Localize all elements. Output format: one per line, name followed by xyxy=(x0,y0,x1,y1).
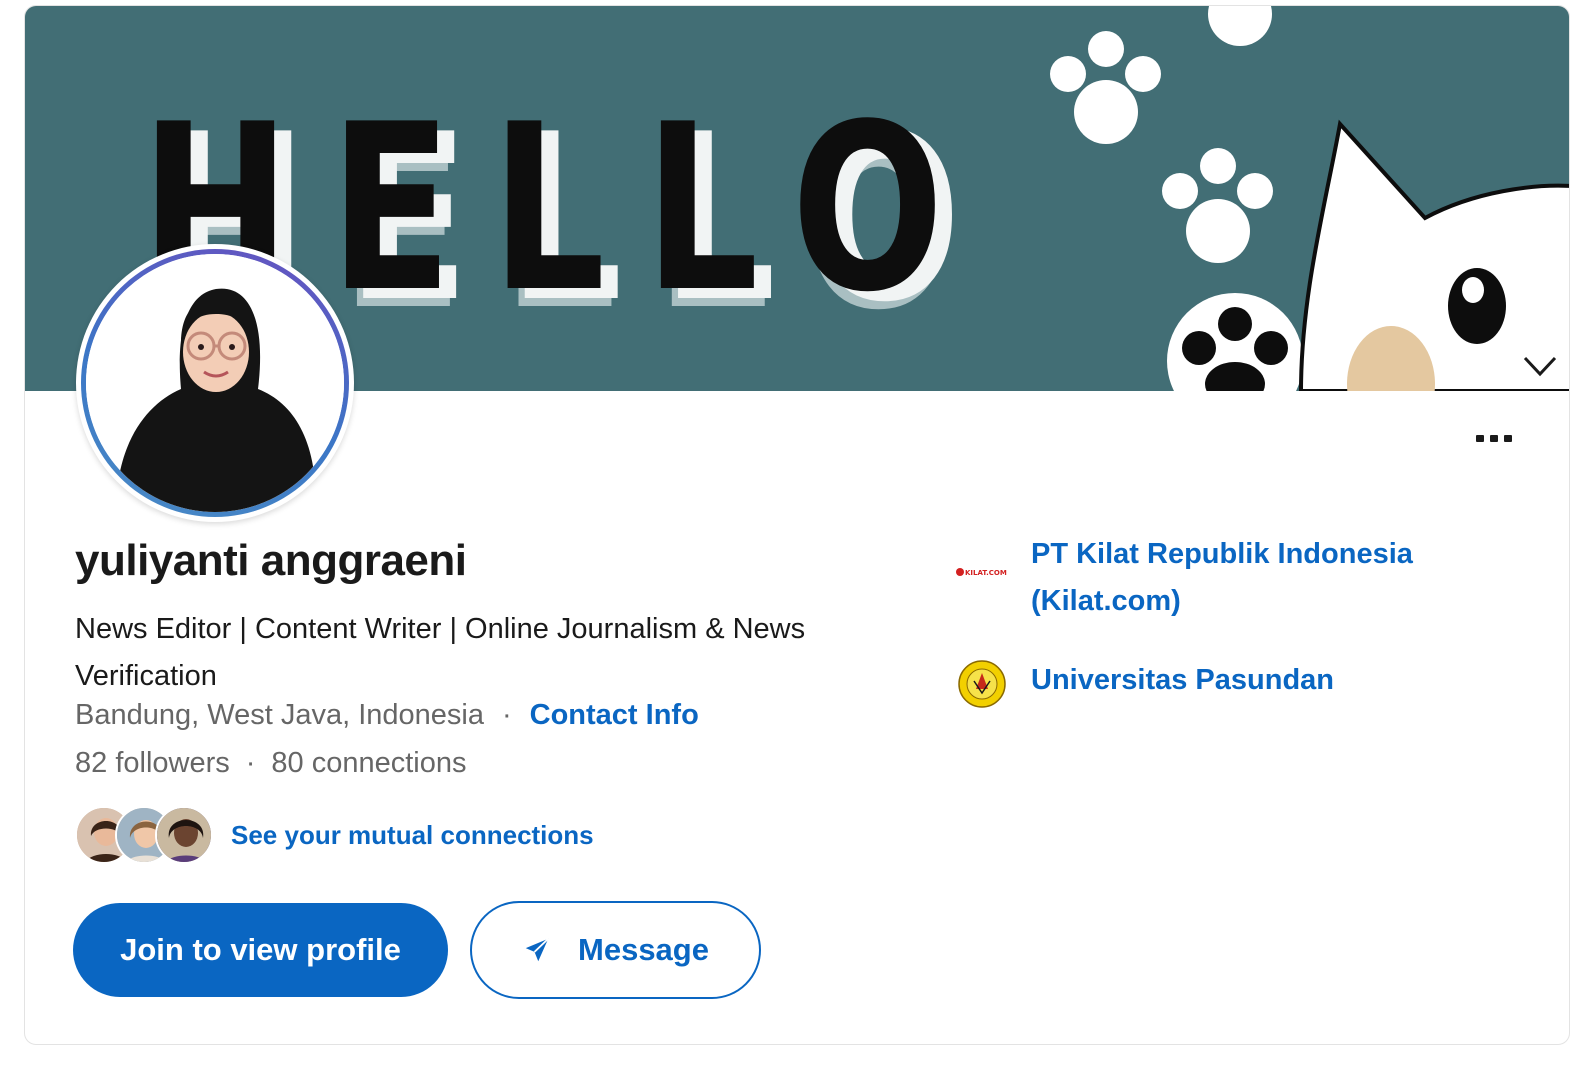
mutual-avatar xyxy=(155,806,213,864)
separator-dot: · xyxy=(501,699,512,731)
contact-info-link[interactable]: Contact Info xyxy=(530,699,699,732)
profile-headline: News Editor | Content Writer | Online Jo… xyxy=(75,613,806,692)
mutual-connections-row[interactable]: See your mutual connections xyxy=(75,804,594,866)
location-row: Bandung, West Java, Indonesia · Contact … xyxy=(75,699,699,732)
connections-count: 80 connections xyxy=(271,747,467,779)
separator-dot: · xyxy=(245,747,256,779)
stats-row: 82 followers · 80 connections xyxy=(75,747,467,780)
profile-location: Bandung, West Java, Indonesia xyxy=(75,699,484,731)
message-button[interactable]: Message xyxy=(470,901,761,999)
org-item-kilat[interactable]: KILAT.COM PT Kilat Republik Indonesia (K… xyxy=(955,531,1515,625)
pasundan-logo xyxy=(955,657,1009,711)
black-paw-icon xyxy=(1167,293,1303,391)
message-button-label: Message xyxy=(578,932,709,967)
join-to-view-profile-button[interactable]: Join to view profile xyxy=(73,903,448,997)
banner-dot xyxy=(1208,6,1272,46)
paw-print-icon xyxy=(1162,148,1273,263)
cat-illustration xyxy=(1298,119,1569,391)
org-item-pasundan[interactable]: Universitas Pasundan xyxy=(955,657,1334,711)
avatar-photo xyxy=(86,254,344,512)
profile-avatar[interactable] xyxy=(76,244,354,522)
org-name-pasundan[interactable]: Universitas Pasundan xyxy=(1031,657,1334,704)
profile-card: HELLO HELLO HELLO yuliyanti anggraeni Ne… xyxy=(24,5,1570,1045)
avatar-ring xyxy=(81,249,349,517)
more-horizontal-icon xyxy=(1476,434,1484,442)
more-options-button[interactable] xyxy=(1470,426,1518,450)
mutual-connections-link[interactable]: See your mutual connections xyxy=(231,820,594,851)
followers-count: 82 followers xyxy=(75,747,230,779)
org-name-kilat[interactable]: PT Kilat Republik Indonesia (Kilat.com) xyxy=(1031,531,1515,625)
profile-name: yuliyanti anggraeni xyxy=(75,536,467,585)
svg-text:KILAT.COM: KILAT.COM xyxy=(965,569,1007,577)
mutual-avatars xyxy=(75,804,217,866)
send-icon xyxy=(525,938,549,962)
kilat-logo: KILAT.COM xyxy=(955,545,1009,599)
paw-print-icon xyxy=(1050,31,1161,144)
